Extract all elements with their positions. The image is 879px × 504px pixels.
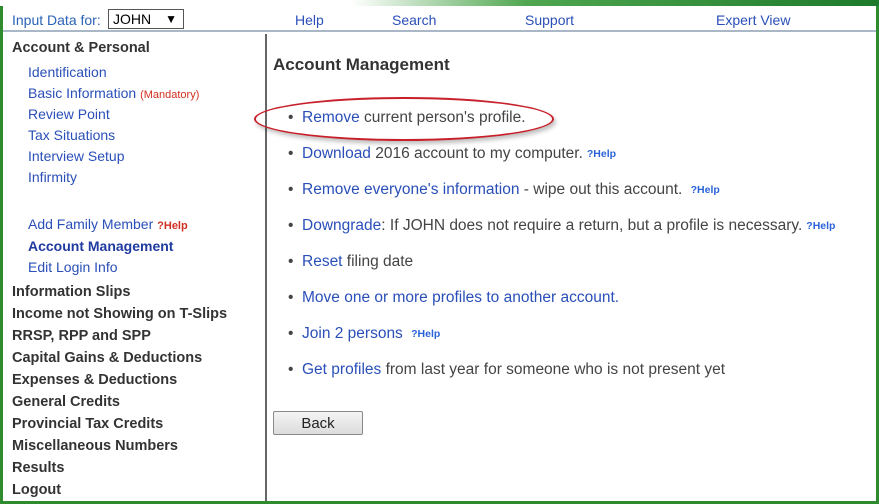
top-accent-stripe bbox=[0, 0, 879, 6]
item-text: from last year for someone who is not pr… bbox=[381, 361, 726, 378]
help-tag[interactable]: ?Help bbox=[587, 148, 616, 160]
search-link[interactable]: Search bbox=[392, 12, 436, 28]
sidebar-item-basic-information[interactable]: Basic Information (Mandatory) bbox=[28, 85, 199, 101]
help-tag[interactable]: ?Help bbox=[157, 220, 188, 232]
list-item-remove-profile: • Remove current person's profile. bbox=[288, 109, 526, 127]
sidebar-section-rrsp[interactable]: RRSP, RPP and SPP bbox=[12, 328, 151, 344]
sidebar-section-information-slips[interactable]: Information Slips bbox=[12, 284, 130, 300]
item-text: current person's profile. bbox=[359, 109, 526, 126]
sidebar-item-review-point[interactable]: Review Point bbox=[28, 106, 110, 122]
list-item-reset: • Reset filing date bbox=[288, 253, 414, 271]
move-profiles-link[interactable]: Move one or more profiles to another acc… bbox=[302, 289, 619, 306]
sidebar-item-infirmity[interactable]: Infirmity bbox=[28, 169, 77, 185]
item-text: - wipe out this account. bbox=[519, 181, 683, 198]
reset-link[interactable]: Reset bbox=[302, 253, 343, 270]
help-tag[interactable]: ?Help bbox=[806, 220, 835, 232]
sidebar-section-results[interactable]: Results bbox=[12, 460, 64, 476]
page-title: Account Management bbox=[273, 55, 450, 74]
bullet-icon: • bbox=[288, 253, 294, 270]
sidebar-item-account-management[interactable]: Account Management bbox=[28, 238, 173, 254]
sidebar-item-label: Basic Information bbox=[28, 85, 137, 101]
sidebar-item-identification[interactable]: Identification bbox=[28, 64, 107, 80]
remove-profile-link[interactable]: Remove bbox=[302, 109, 360, 126]
item-text: 2016 account to my computer. bbox=[370, 145, 583, 162]
support-link[interactable]: Support bbox=[525, 12, 574, 28]
sidebar-section-logout[interactable]: Logout bbox=[12, 482, 61, 498]
bullet-icon: • bbox=[288, 181, 294, 198]
sidebar-item-label: Add Family Member bbox=[28, 216, 154, 232]
sidebar-section-capital-gains[interactable]: Capital Gains & Deductions bbox=[12, 350, 202, 366]
item-text: : If JOHN does not require a return, but… bbox=[381, 217, 803, 234]
expert-view-link[interactable]: Expert View bbox=[716, 12, 790, 28]
bullet-icon: • bbox=[288, 289, 294, 306]
sidebar-section-provincial-credits[interactable]: Provincial Tax Credits bbox=[12, 416, 163, 432]
bullet-icon: • bbox=[288, 325, 294, 342]
list-item-downgrade: • Downgrade: If JOHN does not require a … bbox=[288, 217, 835, 235]
sidebar-item-edit-login-info[interactable]: Edit Login Info bbox=[28, 259, 118, 275]
sidebar-section-miscellaneous[interactable]: Miscellaneous Numbers bbox=[12, 438, 178, 454]
help-link[interactable]: Help bbox=[295, 12, 324, 28]
help-tag[interactable]: ?Help bbox=[691, 184, 720, 196]
sidebar-section-expenses[interactable]: Expenses & Deductions bbox=[12, 372, 177, 388]
bullet-icon: • bbox=[288, 217, 294, 234]
sidebar-item-tax-situations[interactable]: Tax Situations bbox=[28, 127, 115, 143]
chevron-down-icon: ▼ bbox=[165, 12, 177, 26]
list-item-join-persons: • Join 2 persons ?Help bbox=[288, 325, 440, 343]
remove-everyone-link[interactable]: Remove everyone's information bbox=[302, 181, 519, 198]
sidebar: Account & Personal Identification Basic … bbox=[3, 34, 267, 501]
join-persons-link[interactable]: Join 2 persons bbox=[302, 325, 403, 342]
download-link[interactable]: Download bbox=[302, 145, 371, 162]
item-text: filing date bbox=[342, 253, 414, 270]
bullet-icon: • bbox=[288, 109, 294, 126]
list-item-get-profiles: • Get profiles from last year for someon… bbox=[288, 361, 726, 379]
list-item-remove-everyone: • Remove everyone's information - wipe o… bbox=[288, 181, 720, 199]
bullet-icon: • bbox=[288, 145, 294, 162]
top-bar: Input Data for: JOHN ▼ Help Search Suppo… bbox=[3, 8, 876, 32]
get-profiles-link[interactable]: Get profiles bbox=[302, 361, 381, 378]
person-select-value: JOHN bbox=[113, 11, 152, 27]
mandatory-tag: (Mandatory) bbox=[140, 89, 200, 101]
sidebar-section-account-personal[interactable]: Account & Personal bbox=[12, 40, 150, 56]
back-button[interactable]: Back bbox=[273, 411, 363, 435]
person-select[interactable]: JOHN ▼ bbox=[108, 9, 184, 29]
downgrade-link[interactable]: Downgrade bbox=[302, 217, 381, 234]
list-item-download: • Download 2016 account to my computer.?… bbox=[288, 145, 616, 163]
input-data-for-label: Input Data for: bbox=[12, 12, 101, 28]
main-content: Account Management • Remove current pers… bbox=[254, 34, 876, 501]
help-tag[interactable]: ?Help bbox=[411, 328, 440, 340]
bullet-icon: • bbox=[288, 361, 294, 378]
sidebar-section-income-not-showing[interactable]: Income not Showing on T-Slips bbox=[12, 306, 227, 322]
sidebar-item-interview-setup[interactable]: Interview Setup bbox=[28, 148, 125, 164]
sidebar-section-general-credits[interactable]: General Credits bbox=[12, 394, 120, 410]
sidebar-item-add-family-member[interactable]: Add Family Member ?Help bbox=[28, 216, 188, 232]
list-item-move-profiles: • Move one or more profiles to another a… bbox=[288, 289, 619, 307]
